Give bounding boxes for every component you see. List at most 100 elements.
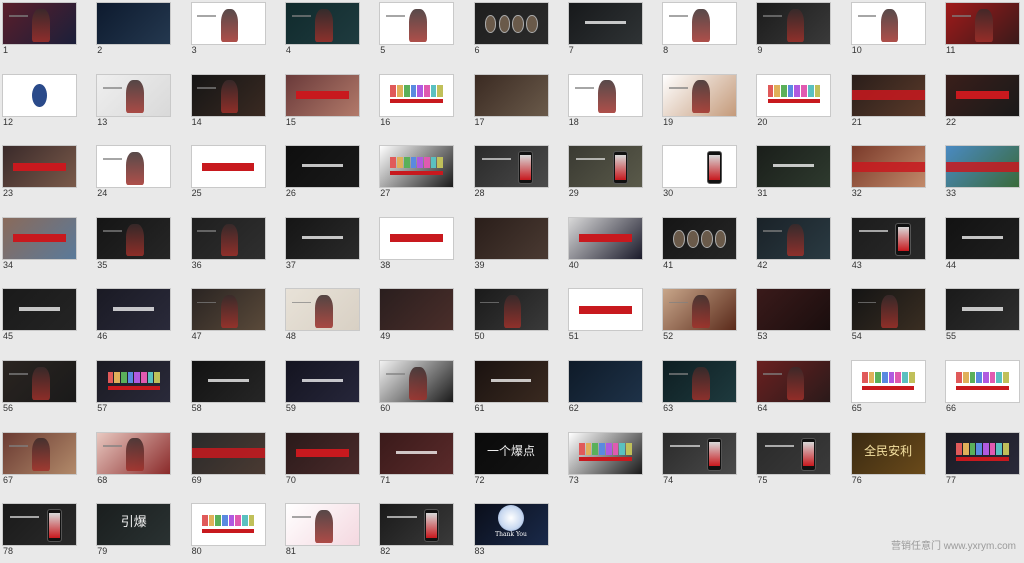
slide-80[interactable]: 80 [189, 501, 265, 563]
slide-40[interactable]: 40 [566, 215, 642, 277]
slide-43[interactable]: 43 [849, 215, 925, 277]
slide-15[interactable]: 15 [283, 72, 359, 134]
slide-21[interactable]: 21 [849, 72, 925, 134]
slide-thumbnail[interactable] [285, 74, 359, 116]
slide-67[interactable]: 67 [0, 430, 76, 492]
slide-thumbnail[interactable] [851, 289, 925, 331]
slide-thumbnail[interactable] [380, 146, 454, 188]
slide-20[interactable]: 20 [754, 72, 831, 134]
slide-thumbnail[interactable] [191, 146, 265, 188]
slide-thumbnail[interactable] [946, 217, 1019, 259]
slide-54[interactable]: 54 [849, 286, 925, 348]
slide-thumbnail[interactable] [3, 146, 76, 188]
slide-14[interactable]: 14 [189, 72, 265, 134]
slide-64[interactable]: 64 [754, 358, 831, 420]
slide-6[interactable]: 6 [472, 0, 548, 62]
slide-53[interactable]: 53 [754, 286, 831, 348]
slide-thumbnail[interactable]: 全民安利 [851, 432, 925, 474]
slide-thumbnail[interactable] [474, 289, 548, 331]
slide-52[interactable]: 52 [660, 286, 737, 348]
slide-thumbnail[interactable] [285, 146, 359, 188]
slide-58[interactable]: 58 [189, 358, 265, 420]
slide-thumbnail[interactable] [663, 361, 737, 402]
slide-thumbnail[interactable] [946, 3, 1019, 44]
slide-2[interactable]: 2 [94, 0, 171, 62]
slide-thumbnail[interactable] [474, 3, 548, 44]
slide-57[interactable]: 57 [94, 358, 171, 420]
slide-thumbnail[interactable] [97, 217, 171, 259]
slide-thumbnail[interactable] [568, 74, 642, 116]
slide-38[interactable]: 38 [377, 215, 454, 277]
slide-thumbnail[interactable] [474, 74, 548, 116]
slide-thumbnail[interactable] [191, 217, 265, 259]
slide-81[interactable]: 81 [283, 501, 359, 563]
slide-thumbnail[interactable] [3, 361, 76, 402]
slide-thumbnail[interactable] [663, 432, 737, 474]
slide-1[interactable]: 1 [0, 0, 76, 62]
slide-42[interactable]: 42 [754, 215, 831, 277]
slide-22[interactable]: 22 [943, 72, 1019, 134]
slide-62[interactable]: 62 [566, 358, 642, 420]
slide-thumbnail[interactable] [191, 361, 265, 402]
slide-thumbnail[interactable] [285, 432, 359, 474]
slide-thumbnail[interactable] [97, 361, 171, 402]
slide-thumbnail[interactable] [285, 361, 359, 402]
slide-48[interactable]: 48 [283, 286, 359, 348]
slide-60[interactable]: 60 [377, 358, 454, 420]
slide-thumbnail[interactable]: 引爆 [97, 504, 171, 546]
slide-41[interactable]: 41 [660, 215, 737, 277]
slide-thumbnail[interactable] [568, 361, 642, 402]
slide-28[interactable]: 28 [472, 143, 548, 205]
slide-thumbnail[interactable] [946, 361, 1019, 402]
slide-thumbnail[interactable] [97, 146, 171, 188]
slide-thumbnail[interactable] [3, 217, 76, 259]
slide-13[interactable]: 13 [94, 72, 171, 134]
slide-thumbnail[interactable] [380, 504, 454, 546]
slide-thumbnail[interactable] [97, 289, 171, 331]
slide-thumbnail[interactable] [946, 289, 1019, 331]
slide-thumbnail[interactable] [191, 74, 265, 116]
slide-63[interactable]: 63 [660, 358, 737, 420]
slide-4[interactable]: 4 [283, 0, 359, 62]
slide-74[interactable]: 74 [660, 430, 737, 492]
slide-55[interactable]: 55 [943, 286, 1019, 348]
slide-thumbnail[interactable] [568, 289, 642, 331]
slide-thumbnail[interactable] [757, 432, 831, 474]
slide-77[interactable]: 77 [943, 430, 1019, 492]
slide-thumbnail[interactable] [97, 432, 171, 474]
slide-16[interactable]: 16 [377, 72, 454, 134]
slide-3[interactable]: 3 [189, 0, 265, 62]
slide-44[interactable]: 44 [943, 215, 1019, 277]
slide-68[interactable]: 68 [94, 430, 171, 492]
slide-26[interactable]: 26 [283, 143, 359, 205]
slide-thumbnail[interactable] [191, 289, 265, 331]
slide-39[interactable]: 39 [472, 215, 548, 277]
slide-thumbnail[interactable] [757, 3, 831, 44]
slide-thumbnail[interactable] [380, 217, 454, 259]
slide-thumbnail[interactable] [851, 146, 925, 188]
slide-36[interactable]: 36 [189, 215, 265, 277]
slide-70[interactable]: 70 [283, 430, 359, 492]
slide-thumbnail[interactable] [757, 361, 831, 402]
slide-thumbnail[interactable] [380, 361, 454, 402]
slide-thumbnail[interactable] [3, 504, 76, 546]
slide-76[interactable]: 全民安利 76 [849, 430, 925, 492]
slide-79[interactable]: 引爆 79 [94, 501, 171, 563]
slide-thumbnail[interactable] [851, 217, 925, 259]
slide-thumbnail[interactable] [946, 74, 1019, 116]
slide-51[interactable]: 51 [566, 286, 642, 348]
slide-49[interactable]: 49 [377, 286, 454, 348]
slide-9[interactable]: 9 [754, 0, 831, 62]
slide-thumbnail[interactable] [757, 146, 831, 188]
slide-78[interactable]: 78 [0, 501, 76, 563]
slide-11[interactable]: 11 [943, 0, 1019, 62]
slide-thumbnail[interactable] [757, 217, 831, 259]
slide-61[interactable]: 61 [472, 358, 548, 420]
slide-19[interactable]: 19 [660, 72, 737, 134]
slide-71[interactable]: 71 [377, 430, 454, 492]
slide-59[interactable]: 59 [283, 358, 359, 420]
slide-thumbnail[interactable] [97, 74, 171, 116]
slide-30[interactable]: 30 [660, 143, 737, 205]
slide-45[interactable]: 45 [0, 286, 76, 348]
slide-29[interactable]: 29 [566, 143, 642, 205]
